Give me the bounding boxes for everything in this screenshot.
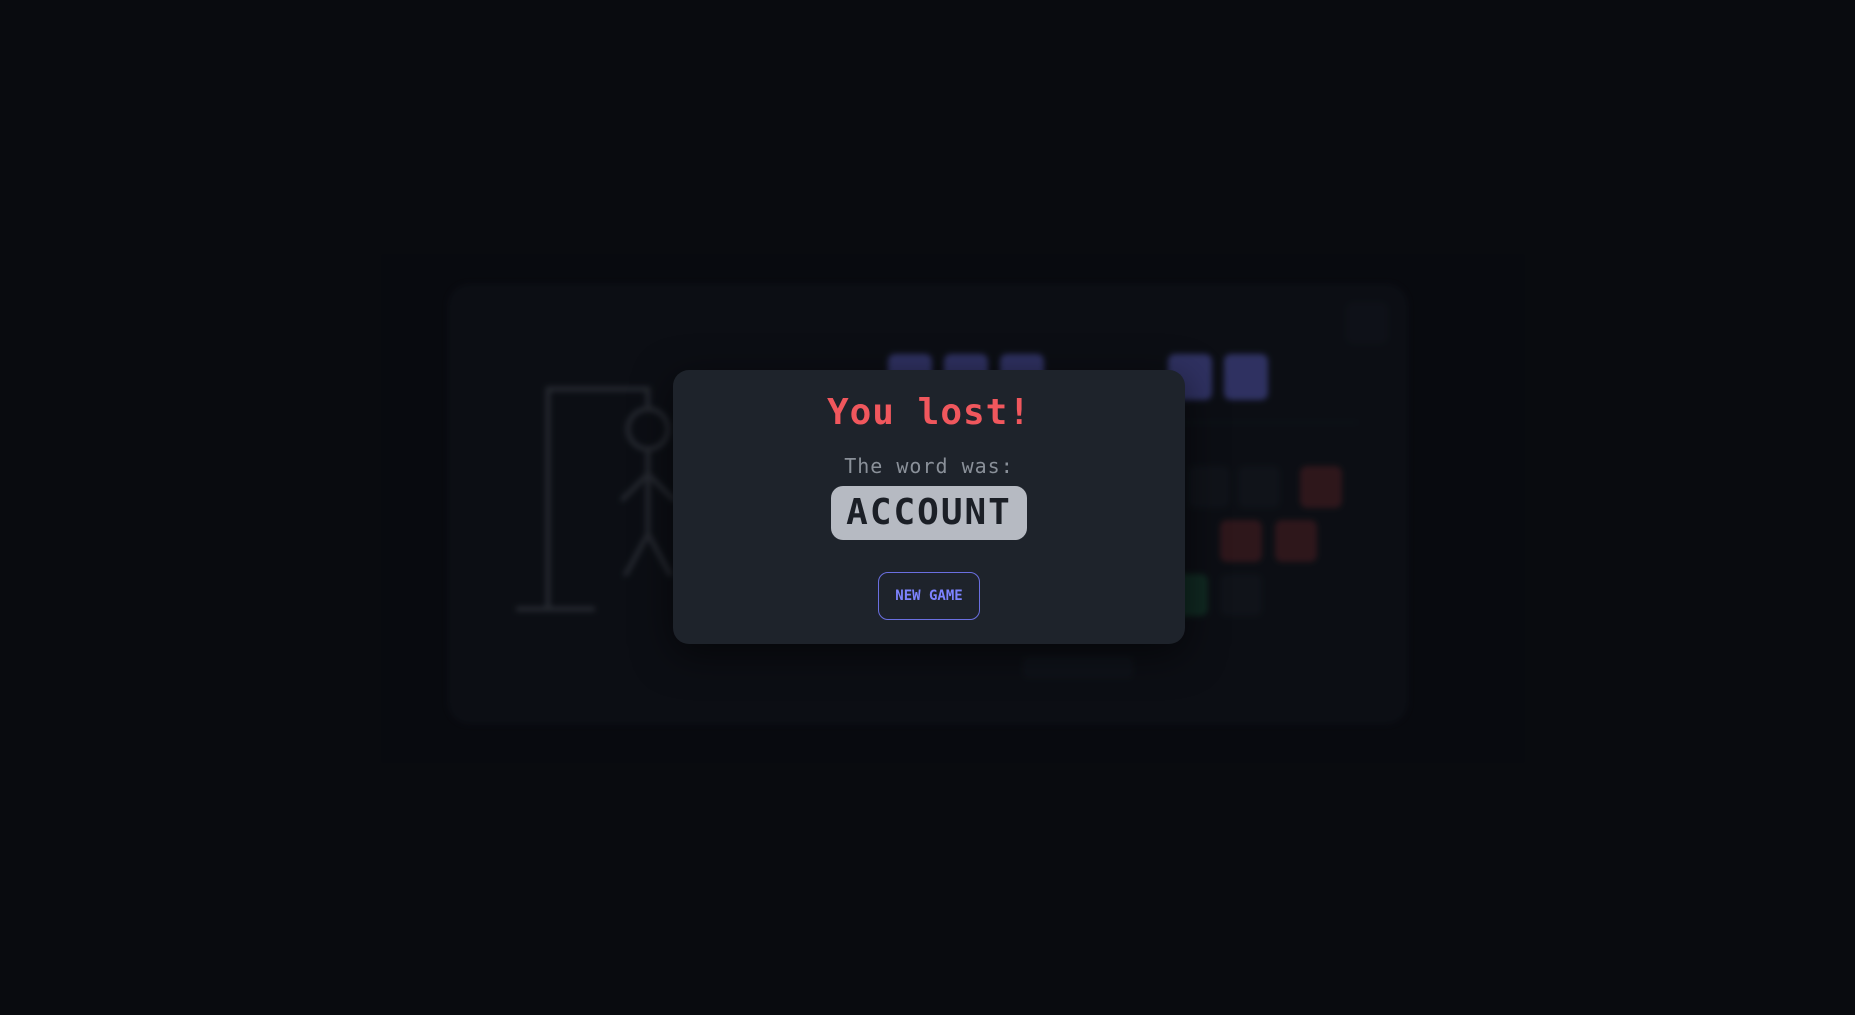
result-title: You lost! [826,392,1032,433]
app-stage: You lost! The word was: ACCOUNT NEW GAME [0,0,1855,1015]
word-caption: The word was: [844,454,1014,478]
new-game-button[interactable]: NEW GAME [878,572,980,620]
game-over-dialog: You lost! The word was: ACCOUNT NEW GAME [673,370,1185,644]
revealed-word: ACCOUNT [831,486,1027,540]
